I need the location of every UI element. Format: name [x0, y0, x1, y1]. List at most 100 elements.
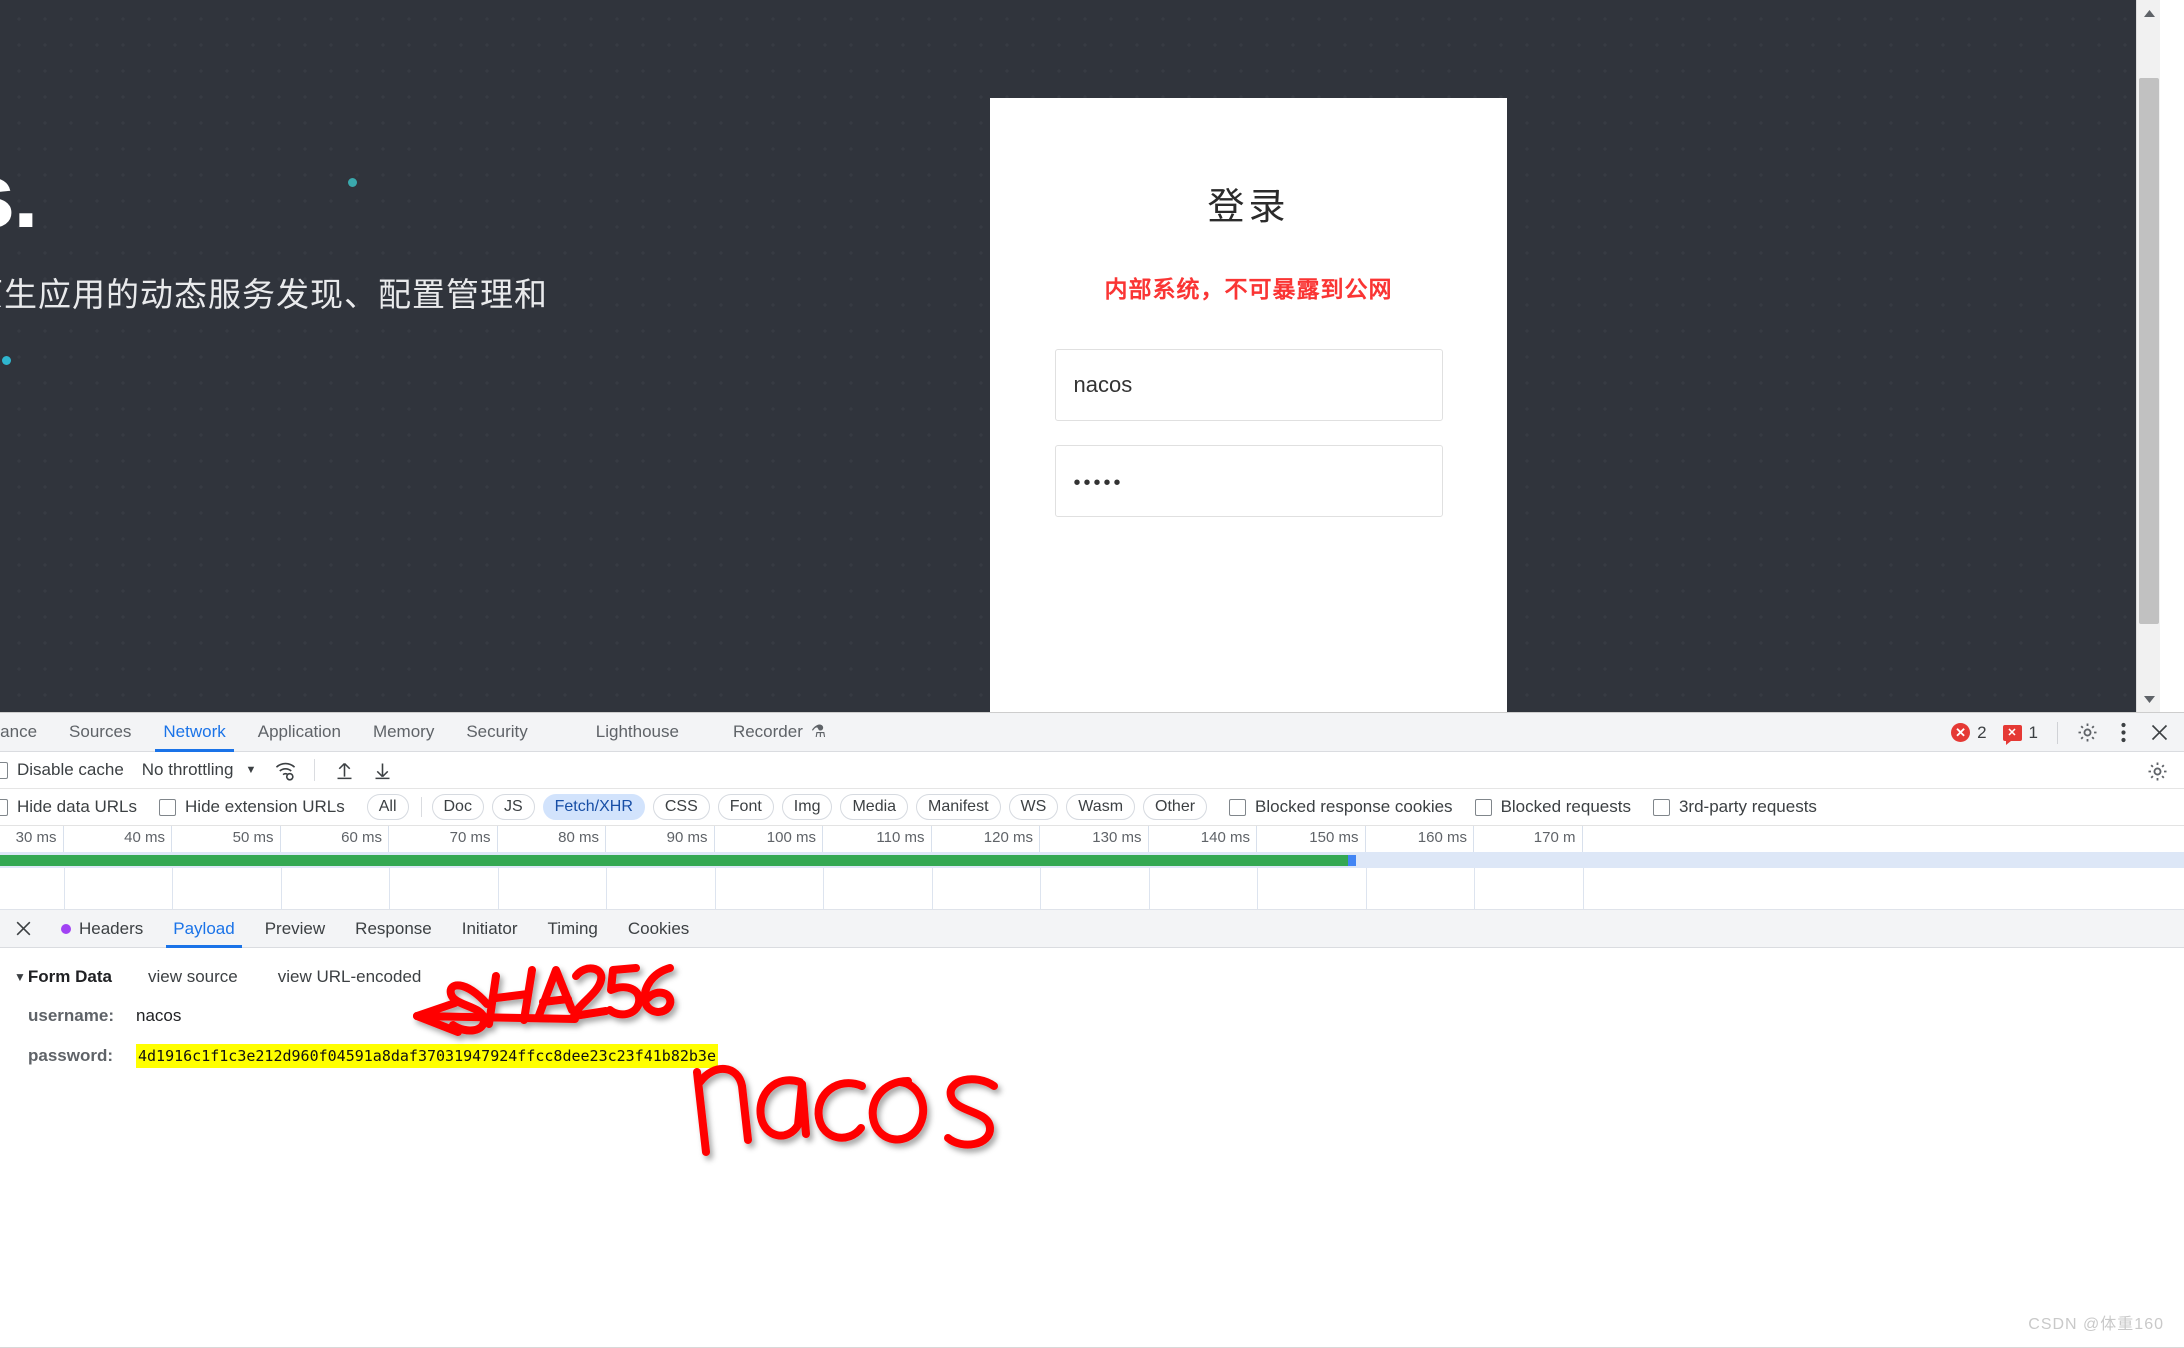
- throttling-select[interactable]: No throttling ▼: [142, 760, 257, 780]
- network-overview-timeline[interactable]: 30 ms 40 ms 50 ms 60 ms 70 ms 80 ms 90 ms 100 m…: [0, 826, 2184, 910]
- timeline-tick: 80 ms: [498, 826, 606, 852]
- filter-chip-js[interactable]: JS: [491, 794, 535, 820]
- timeline-tick-label: 80 ms: [558, 829, 599, 846]
- timeline-gridline: [1582, 868, 1584, 909]
- detail-tab-preview[interactable]: Preview: [250, 910, 340, 948]
- error-count-badge[interactable]: ✕ 2: [1946, 723, 1991, 743]
- view-url-encoded-link[interactable]: view URL-encoded: [278, 967, 422, 987]
- timeline-tick-label: 40 ms: [124, 829, 165, 846]
- timeline-tick: 120 ms: [932, 826, 1040, 852]
- detail-tab-cookies[interactable]: Cookies: [613, 910, 704, 948]
- close-detail-icon[interactable]: [8, 914, 38, 944]
- username-input[interactable]: nacos: [1054, 349, 1443, 421]
- chevron-down-icon[interactable]: ▼: [14, 970, 26, 984]
- kebab-menu-icon[interactable]: [2108, 718, 2138, 748]
- filter-chip-css[interactable]: CSS: [652, 794, 710, 820]
- detail-tab-payload[interactable]: Payload: [158, 910, 249, 948]
- tab-label: Memory: [372, 722, 435, 741]
- blocked-response-cookies-checkbox[interactable]: Blocked response cookies: [1229, 797, 1453, 817]
- timeline-tick: 170 m: [1474, 826, 1583, 852]
- tab-application[interactable]: Application: [242, 713, 357, 752]
- chip-label: Font: [729, 798, 762, 815]
- issues-count-badge[interactable]: ✕ 1: [1998, 723, 2043, 745]
- timeline-ruler: 30 ms 40 ms 50 ms 60 ms 70 ms 80 ms 90 ms 100 m…: [0, 826, 2184, 852]
- scroll-up-arrow-icon[interactable]: [2137, 2, 2160, 24]
- detail-tab-label: Headers: [79, 918, 144, 938]
- timeline-tick: 90 ms: [606, 826, 715, 852]
- chip-label: Manifest: [928, 798, 989, 815]
- devtools-tabbar-actions: ✕ 2 ✕ 1: [1946, 713, 2174, 752]
- hide-data-urls-checkbox[interactable]: Hide data URLs: [0, 797, 137, 817]
- tab-label: Network: [163, 722, 226, 741]
- timeline-gridline: [497, 868, 499, 909]
- detail-tab-response[interactable]: Response: [340, 910, 447, 948]
- checkbox-icon: [0, 798, 8, 816]
- upload-har-icon[interactable]: [329, 755, 359, 785]
- chip-label: Other: [1155, 798, 1196, 815]
- chip-label: Img: [793, 798, 821, 815]
- view-source-link[interactable]: view source: [148, 967, 238, 987]
- tab-sources[interactable]: Sources: [53, 713, 147, 752]
- filter-chip-manifest[interactable]: Manifest: [916, 794, 1001, 820]
- nacos-login-page: s. 原生应用的动态服务发现、配置管理和 登录 内部系统，不可暴露到公网 nac…: [0, 0, 2160, 712]
- filter-chip-wasm[interactable]: Wasm: [1066, 794, 1136, 820]
- detail-tab-headers[interactable]: Headers: [46, 910, 158, 948]
- checkbox-icon: [1652, 798, 1670, 816]
- timeline-tick-label: 50 ms: [232, 829, 274, 846]
- checkbox-icon: [0, 761, 8, 779]
- page-scrollbar[interactable]: [2136, 0, 2160, 712]
- timeline-tick: 60 ms: [281, 826, 389, 852]
- password-input[interactable]: •••••: [1054, 445, 1443, 517]
- download-har-icon[interactable]: [367, 755, 397, 785]
- disable-cache-checkbox[interactable]: Disable cache: [0, 760, 124, 780]
- login-card: 登录 内部系统，不可暴露到公网 nacos •••••: [990, 98, 1507, 712]
- tab-performance[interactable]: mance: [0, 713, 53, 752]
- blocked-response-cookies-label: Blocked response cookies: [1255, 797, 1453, 816]
- chip-label: Media: [852, 798, 897, 815]
- chip-label: Doc: [443, 798, 472, 815]
- third-party-requests-checkbox[interactable]: 3rd-party requests: [1652, 797, 1817, 817]
- issue-icon: ✕: [2002, 724, 2022, 745]
- filter-chip-fetch-xhr[interactable]: Fetch/XHR: [542, 794, 645, 820]
- hide-extension-urls-checkbox[interactable]: Hide extension URLs: [159, 797, 345, 817]
- brand-tagline: 原生应用的动态服务发现、配置管理和: [0, 276, 548, 313]
- network-settings-icon[interactable]: [2142, 756, 2172, 786]
- timeline-gridline: [606, 868, 607, 909]
- timeline-gridline: [714, 868, 716, 909]
- filter-chip-font[interactable]: Font: [717, 794, 774, 820]
- detail-tab-initiator[interactable]: Initiator: [447, 910, 533, 948]
- devtools-panel: mance Sources Network Application Memory…: [0, 712, 2184, 1348]
- detail-tab-label: Response: [355, 918, 432, 938]
- form-data-header[interactable]: ▼ Form Data view source view URL-encoded: [0, 962, 2184, 992]
- timeline-tick: 50 ms: [172, 826, 281, 852]
- filter-chip-ws[interactable]: WS: [1008, 794, 1059, 820]
- tab-network[interactable]: Network: [147, 713, 241, 752]
- timeline-tick: 40 ms: [64, 826, 172, 852]
- filter-chip-all[interactable]: All: [366, 794, 409, 820]
- request-detail-tabbar: Headers Payload Preview Response Initiat…: [0, 910, 2184, 948]
- payload-row-username: username: nacos: [0, 1002, 2184, 1030]
- timeline-tick-label: 100 ms: [766, 829, 816, 846]
- checkbox-icon: [1229, 798, 1247, 816]
- detail-tab-timing[interactable]: Timing: [532, 910, 612, 948]
- close-icon[interactable]: [2144, 718, 2174, 748]
- tab-security[interactable]: Security: [450, 713, 543, 752]
- timeline-gridline: [1040, 868, 1041, 909]
- tab-memory[interactable]: Memory: [357, 713, 450, 752]
- blocked-requests-checkbox[interactable]: Blocked requests: [1474, 797, 1631, 817]
- tab-label: Security: [466, 722, 528, 741]
- tab-lighthouse[interactable]: Lighthouse: [580, 713, 695, 752]
- filter-chip-media[interactable]: Media: [840, 794, 909, 820]
- scrollbar-thumb[interactable]: [2139, 78, 2159, 624]
- decorative-dot-icon: [348, 178, 357, 187]
- chip-label: JS: [503, 798, 523, 815]
- network-conditions-icon[interactable]: [270, 755, 300, 785]
- filter-chip-img[interactable]: Img: [781, 794, 833, 820]
- gear-icon[interactable]: [2072, 718, 2102, 748]
- tab-recorder[interactable]: Recorder ⚗: [717, 713, 842, 752]
- checkbox-icon: [1474, 798, 1492, 816]
- timeline-tick-label: 150 ms: [1309, 829, 1359, 846]
- filter-chip-other[interactable]: Other: [1143, 794, 1208, 820]
- filter-chip-doc[interactable]: Doc: [431, 794, 484, 820]
- scroll-down-arrow-icon[interactable]: [2137, 688, 2160, 710]
